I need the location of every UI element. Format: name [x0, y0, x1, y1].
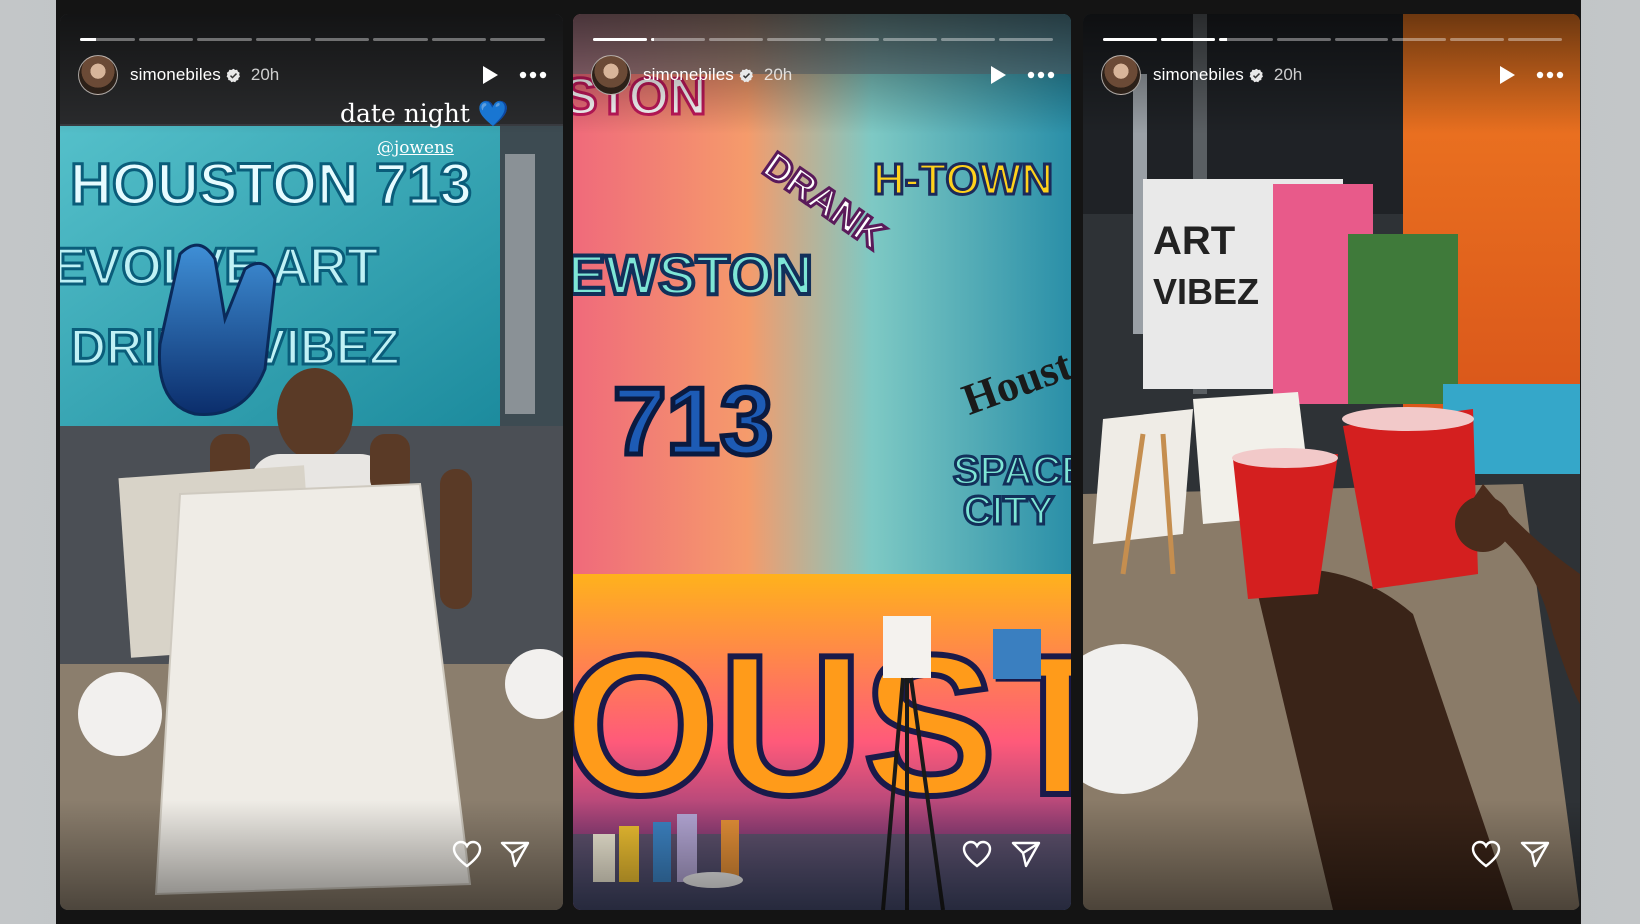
story-header: simonebiles 20h	[1101, 54, 1564, 96]
progress-segment	[1218, 38, 1273, 41]
heart-icon[interactable]	[962, 840, 992, 868]
progress-segment	[431, 38, 487, 41]
story-photo-2: STON H-TOWN DRANK EWSTON 713 Houston SPA…	[573, 14, 1071, 910]
username[interactable]: simonebiles	[1153, 65, 1244, 85]
progress-segment	[1276, 38, 1331, 41]
svg-text:713: 713	[613, 368, 773, 475]
progress-segment	[80, 38, 135, 41]
progress-segment	[941, 38, 995, 41]
bottom-gradient	[573, 800, 1071, 910]
story-photo-1: HOUSTON 713 EVOLVE ART DRIP N VIBEZ	[60, 14, 563, 910]
progress-segment	[651, 38, 705, 41]
progress-segment	[490, 38, 545, 41]
heart-icon[interactable]	[1471, 840, 1501, 868]
progress-segment	[314, 38, 370, 41]
progress-segment	[709, 38, 763, 41]
send-icon[interactable]	[1520, 840, 1550, 868]
progress-segment	[593, 38, 647, 41]
svg-text:VIBEZ: VIBEZ	[1153, 271, 1259, 312]
send-icon[interactable]	[1011, 840, 1041, 868]
verified-badge-icon	[739, 68, 753, 82]
progress-segment	[1450, 38, 1505, 41]
progress-segment	[1508, 38, 1562, 41]
svg-text:H-TOWN: H-TOWN	[873, 155, 1053, 204]
verified-badge-icon	[1249, 68, 1263, 82]
avatar[interactable]	[78, 55, 118, 95]
progress-segment	[767, 38, 821, 41]
post-time: 20h	[763, 65, 793, 84]
story-photo-3: ART VIBEZ	[1083, 14, 1580, 910]
story-panel-3[interactable]: ART VIBEZ simonebiles 20h	[1083, 14, 1580, 910]
more-icon[interactable]	[1536, 71, 1564, 79]
svg-text:EWSTON: EWSTON	[573, 243, 813, 306]
verified-badge-icon	[226, 68, 240, 82]
avatar[interactable]	[1101, 55, 1141, 95]
svg-text:HOUSTON 713: HOUSTON 713	[70, 152, 472, 217]
story-header: simonebiles 20h	[591, 54, 1055, 96]
send-icon[interactable]	[500, 840, 530, 868]
story-progress-bar	[593, 38, 1053, 41]
avatar[interactable]	[591, 55, 631, 95]
username[interactable]: simonebiles	[130, 65, 221, 85]
svg-text:SPACE: SPACE	[953, 449, 1071, 493]
bottom-gradient	[1083, 800, 1580, 910]
progress-segment	[999, 38, 1053, 41]
play-icon[interactable]	[987, 64, 1009, 86]
story-panel-2[interactable]: STON H-TOWN DRANK EWSTON 713 Houston SPA…	[573, 14, 1071, 910]
caption-text: date night	[340, 99, 470, 128]
svg-text:CITY: CITY	[963, 489, 1054, 533]
username[interactable]: simonebiles	[643, 65, 734, 85]
post-time: 20h	[1273, 65, 1303, 84]
progress-segment	[197, 38, 252, 41]
story-caption: date night 💙	[340, 99, 509, 129]
more-icon[interactable]	[1027, 71, 1055, 79]
progress-segment	[1160, 38, 1215, 41]
progress-segment	[373, 38, 428, 41]
mention-sticker[interactable]: @jowens	[377, 138, 454, 158]
progress-segment	[883, 38, 937, 41]
story-panel-1[interactable]: HOUSTON 713 EVOLVE ART DRIP N VIBEZ	[60, 14, 563, 910]
heart-icon[interactable]	[452, 840, 482, 868]
bottom-gradient	[60, 800, 563, 910]
progress-segment	[1334, 38, 1389, 41]
story-header: simonebiles 20h	[78, 54, 547, 96]
play-icon[interactable]	[1496, 64, 1518, 86]
heart-emoji: 💙	[477, 99, 510, 128]
play-icon[interactable]	[479, 64, 501, 86]
progress-segment	[1103, 38, 1157, 41]
story-progress-bar	[80, 38, 545, 41]
story-progress-bar	[1103, 38, 1562, 41]
progress-segment	[255, 38, 311, 41]
progress-segment	[138, 38, 194, 41]
progress-segment	[825, 38, 879, 41]
post-time: 20h	[250, 65, 280, 84]
svg-text:ART: ART	[1153, 219, 1235, 263]
more-icon[interactable]	[519, 71, 547, 79]
progress-segment	[1392, 38, 1447, 41]
